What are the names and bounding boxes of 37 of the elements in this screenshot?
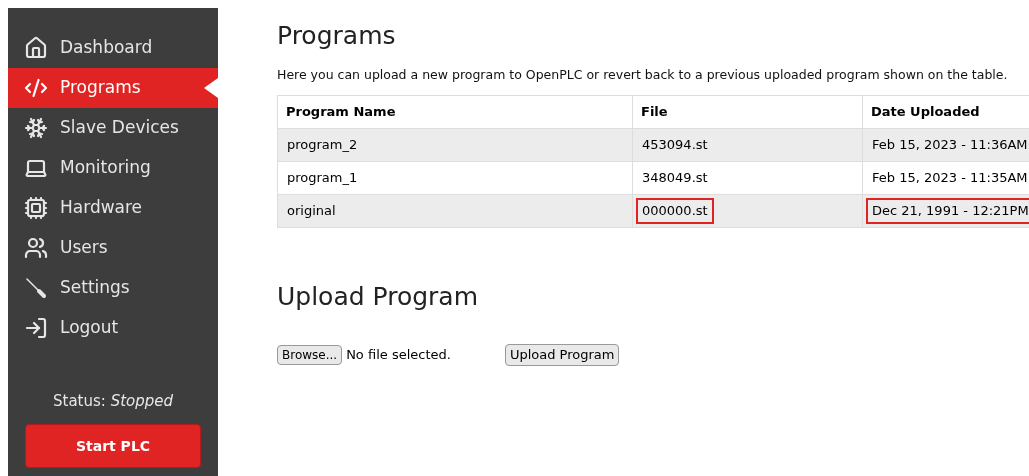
table-cell: Dec 21, 1991 - 12:21PM: [866, 198, 1029, 224]
table-cell-text: 453094.st: [641, 136, 709, 155]
sidebar-item[interactable]: Slave Devices: [8, 108, 218, 148]
logout-icon: [24, 316, 48, 340]
chip-icon: [24, 196, 48, 220]
column-header: Program Name: [277, 95, 633, 129]
column-header: Date Uploaded: [862, 95, 1029, 129]
code-icon: [24, 76, 48, 100]
file-status: No file selected.: [346, 345, 451, 364]
snowflake-icon: [24, 116, 48, 140]
table-cell-text: original: [286, 202, 337, 221]
sidebar-item[interactable]: Users: [8, 228, 218, 268]
table-cell-text: Feb 15, 2023 - 11:36AM: [871, 136, 1029, 155]
start-plc-button[interactable]: Start PLC: [25, 424, 201, 468]
sidebar-item[interactable]: Programs: [8, 68, 218, 108]
description: Here you can upload a new program to OpenPLC or revert back to a previous uploaded program shown on the table.: [277, 66, 1009, 85]
status-label: Status:: [53, 391, 106, 410]
pointer-notch: [204, 78, 218, 98]
section-title: Upload Program: [277, 281, 480, 313]
sidebar-item[interactable]: Hardware: [8, 188, 218, 228]
home-icon: [24, 36, 48, 60]
status-value: Stopped: [110, 391, 173, 410]
table-cell-text: 348049.st: [641, 169, 709, 188]
sidebar-item[interactable]: Monitoring: [8, 148, 218, 188]
column-header: File: [632, 95, 863, 129]
sidebar-item[interactable]: Settings: [8, 268, 218, 308]
sidebar-item[interactable]: Logout: [8, 308, 218, 348]
sidebar-item[interactable]: Dashboard: [8, 28, 218, 68]
users-icon: [24, 236, 48, 260]
table-cell-text: program_1: [286, 169, 359, 188]
table-cell-text: program_2: [286, 136, 359, 155]
upload-button[interactable]: Upload Program: [504, 343, 620, 366]
page-title: Programs: [277, 20, 397, 52]
table-cell-text: Feb 15, 2023 - 11:35AM: [871, 169, 1029, 188]
table-cell: 000000.st: [636, 198, 714, 224]
screwdriver-icon: [24, 276, 48, 300]
browse-button[interactable]: Browse...: [277, 344, 343, 365]
